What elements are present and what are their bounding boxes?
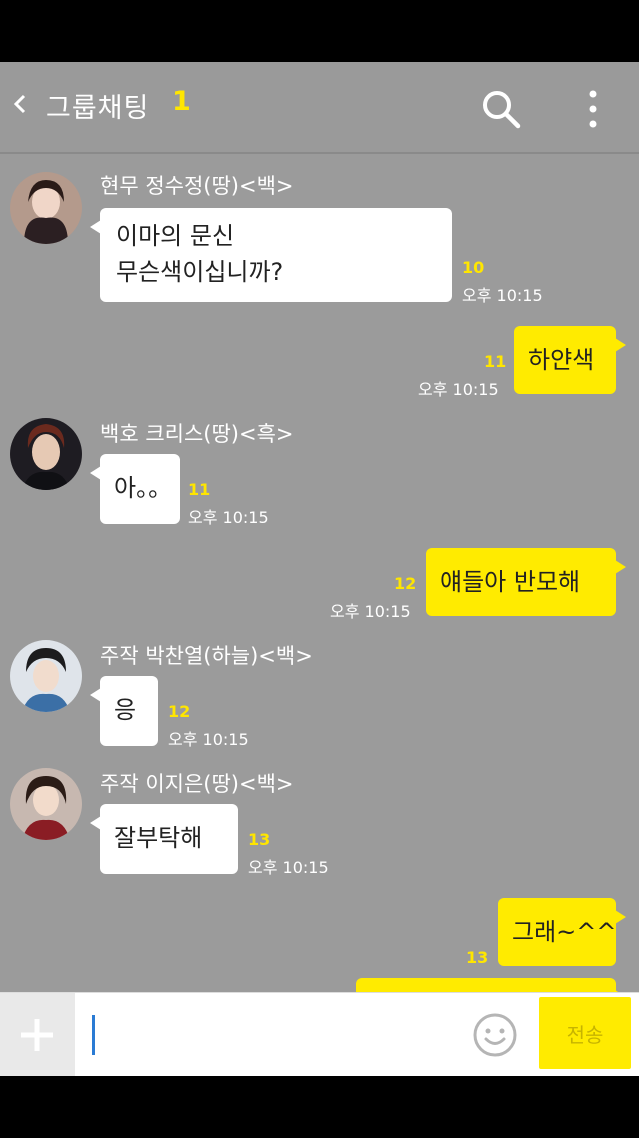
avatar[interactable] (10, 768, 82, 840)
emoji-icon[interactable] (472, 1012, 518, 1058)
message-text: 아。。 (114, 474, 173, 502)
message-input-bar: 전송 (0, 992, 639, 1077)
send-button[interactable]: 전송 (539, 997, 631, 1069)
message-bubble[interactable]: 이마의 문신 무슨색이십니까? (90, 208, 452, 302)
plus-icon (21, 1019, 53, 1051)
more-vertical-icon[interactable] (582, 88, 604, 130)
message-text: 그래~^^ (512, 918, 617, 946)
message-text: 이마의 문신 (116, 222, 235, 250)
message-bubble[interactable]: 잘부탁해 (90, 804, 238, 874)
sender-name: 현무 정수정(땅)<백> (100, 174, 294, 198)
chevron-left-icon[interactable] (10, 92, 30, 116)
message-time: 오후 10:15 (188, 508, 269, 527)
member-count: 1 (172, 86, 191, 117)
unread-count: 11 (188, 480, 211, 499)
message-bubble[interactable]: 응 (90, 676, 158, 746)
unread-count: 13 (466, 948, 489, 967)
message-time: 오후 10:15 (462, 286, 543, 305)
chat-message-list[interactable]: 현무 정수정(땅)<백> 이마의 문신 무슨색이십니까? 10 오후 10:15… (0, 154, 639, 992)
my-message-bubble[interactable]: 얘들아 반모해 (426, 548, 626, 616)
message-text: 무슨색이십니까? (116, 258, 284, 286)
message-text: 하얀색 (528, 346, 595, 374)
navigation-bar (0, 1076, 639, 1138)
message-time: 오후 10:15 (248, 858, 329, 877)
unread-count: 12 (394, 574, 417, 593)
message-input[interactable] (80, 1001, 464, 1071)
avatar[interactable] (10, 418, 82, 490)
sender-name: 주작 박찬열(하늘)<백> (100, 644, 313, 668)
attach-button[interactable] (0, 993, 75, 1077)
sender-name: 백호 크리스(땅)<흑> (100, 422, 294, 446)
unread-count: 11 (484, 352, 507, 371)
chat-header: 그룹채팅 1 (0, 62, 639, 154)
unread-count: 12 (168, 702, 191, 721)
search-icon[interactable] (480, 88, 522, 130)
my-message-bubble[interactable]: 하얀색 (514, 326, 626, 394)
sender-name: 주작 이지은(땅)<백> (100, 772, 294, 796)
message-time: 오후 10:15 (168, 730, 249, 749)
chat-title: 그룹채팅 (46, 93, 150, 124)
status-bar (0, 0, 639, 62)
message-text: 응 (114, 696, 137, 724)
unread-count: 10 (462, 258, 485, 277)
my-message-bubble[interactable] (356, 978, 626, 992)
unread-count: 13 (248, 830, 271, 849)
text-cursor (92, 1015, 95, 1055)
message-time: 오후 10:15 (330, 602, 411, 621)
avatar[interactable] (10, 640, 82, 712)
message-bubble[interactable]: 아。。 (90, 454, 180, 524)
avatar[interactable] (10, 172, 82, 244)
message-text: 잘부탁해 (114, 824, 203, 852)
my-message-bubble[interactable]: 그래~^^ (498, 898, 626, 966)
message-time: 오후 10:15 (418, 380, 499, 399)
message-text: 얘들아 반모해 (440, 568, 581, 596)
